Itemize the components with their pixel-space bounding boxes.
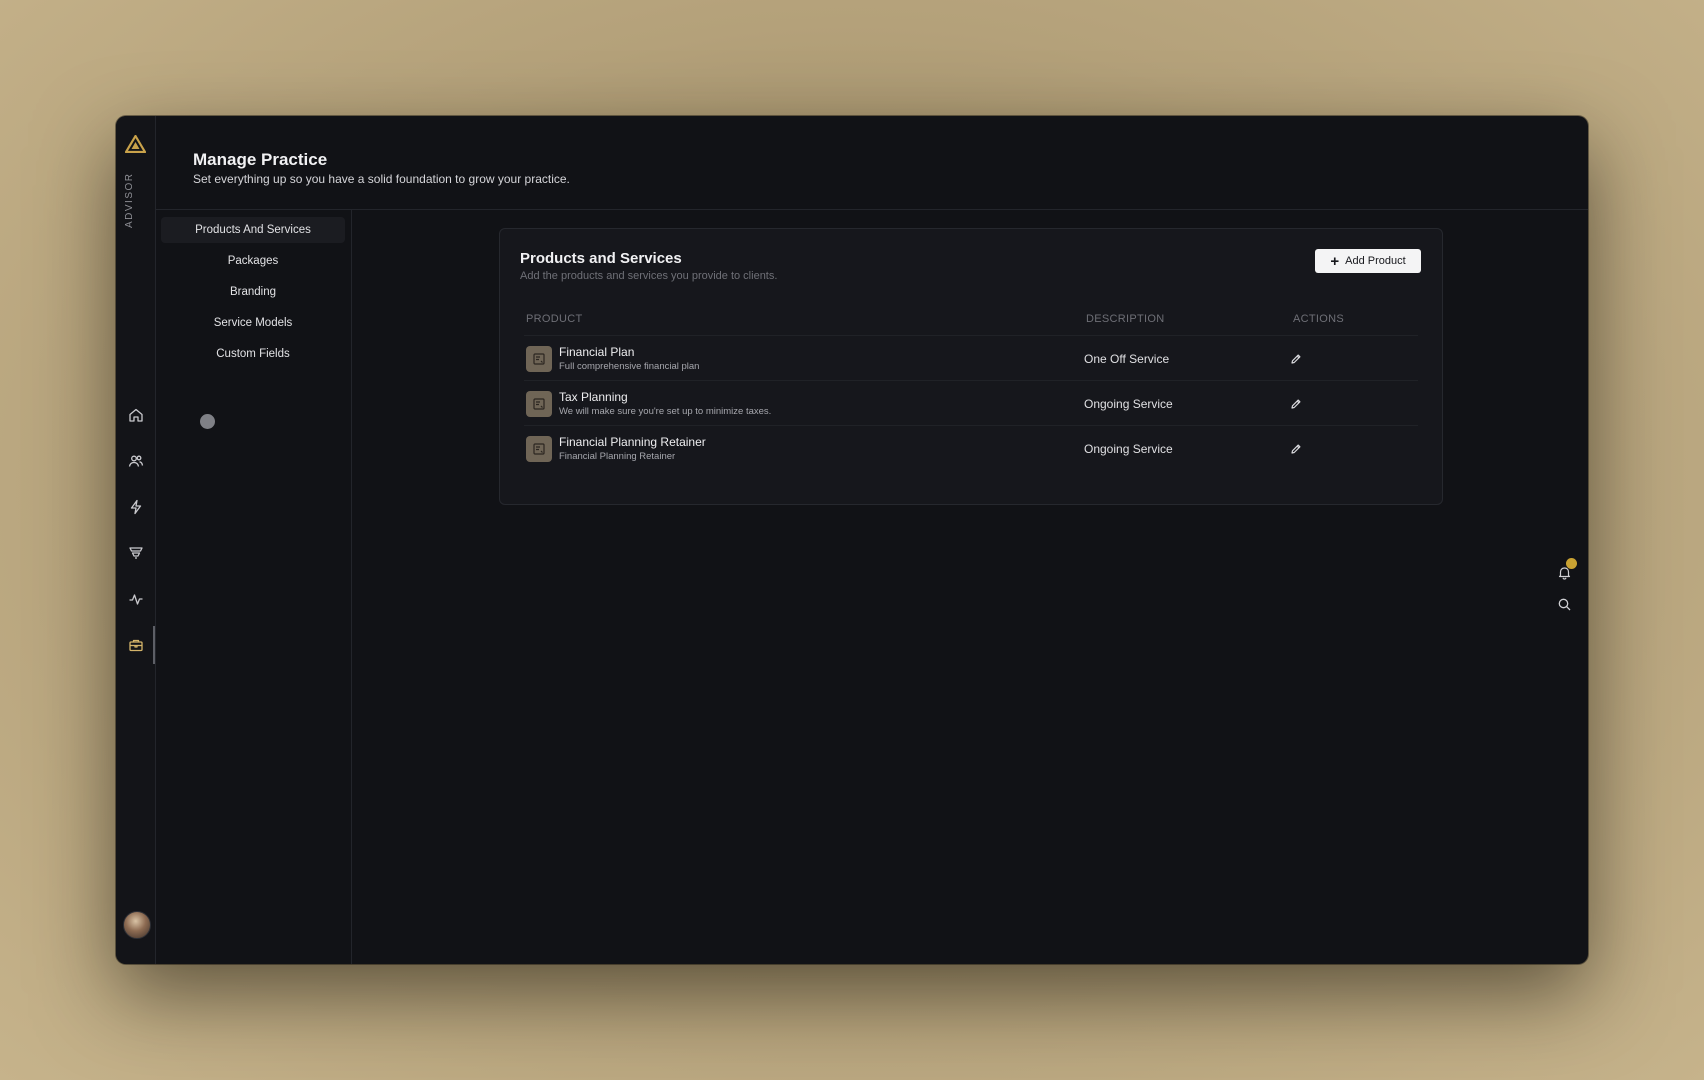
product-name: Tax Planning xyxy=(559,390,628,404)
user-avatar[interactable] xyxy=(123,911,151,939)
add-product-label: Add Product xyxy=(1345,255,1406,267)
filter-icon[interactable] xyxy=(125,542,146,563)
product-name: Financial Plan xyxy=(559,345,635,359)
left-rail: ADVISOR xyxy=(116,116,156,964)
add-product-button[interactable]: + Add Product xyxy=(1315,249,1421,273)
product-name: Financial Planning Retainer xyxy=(559,435,706,449)
table-row[interactable]: Financial Plan Full comprehensive financ… xyxy=(524,335,1418,380)
nav-item-products-and-services[interactable]: Products And Services xyxy=(161,217,345,243)
product-subtitle: Full comprehensive financial plan xyxy=(559,361,700,372)
page-subtitle: Set everything up so you have a solid fo… xyxy=(193,172,570,186)
product-icon xyxy=(526,391,552,417)
notifications-bell-icon[interactable] xyxy=(1554,558,1577,582)
home-icon[interactable] xyxy=(125,404,146,425)
page-header: Manage Practice Set everything up so you… xyxy=(155,116,1588,210)
products-card: Products and Services Add the products a… xyxy=(499,228,1443,505)
nav-item-custom-fields[interactable]: Custom Fields xyxy=(161,341,345,367)
page-title: Manage Practice xyxy=(193,150,328,169)
table-row[interactable]: Tax Planning We will make sure you're se… xyxy=(524,380,1418,425)
product-icon xyxy=(526,346,552,372)
search-icon[interactable] xyxy=(1554,594,1574,614)
users-icon[interactable] xyxy=(125,450,146,471)
app-window: ADVISOR Manage Practice Set everything u… xyxy=(116,116,1588,964)
edit-pencil-icon[interactable] xyxy=(1288,441,1304,457)
brand-logo-icon[interactable] xyxy=(124,134,147,154)
edit-pencil-icon[interactable] xyxy=(1288,351,1304,367)
column-header-product: PRODUCT xyxy=(526,313,583,325)
nav-item-service-models[interactable]: Service Models xyxy=(161,310,345,336)
nav-item-branding[interactable]: Branding xyxy=(161,279,345,305)
plus-icon: + xyxy=(1330,252,1340,270)
product-description: One Off Service xyxy=(1084,352,1170,366)
brand-label: ADVISOR xyxy=(124,172,135,228)
card-subtitle: Add the products and services you provid… xyxy=(520,270,778,282)
column-header-description: DESCRIPTION xyxy=(1086,313,1165,325)
table-row[interactable]: Financial Planning Retainer Financial Pl… xyxy=(524,425,1418,470)
product-icon xyxy=(526,436,552,462)
column-header-actions: ACTIONS xyxy=(1293,313,1344,325)
edit-pencil-icon[interactable] xyxy=(1288,396,1304,412)
briefcase-icon[interactable] xyxy=(125,634,146,655)
card-title: Products and Services xyxy=(520,250,682,267)
activity-icon[interactable] xyxy=(125,588,146,609)
product-subtitle: Financial Planning Retainer xyxy=(559,451,676,462)
bolt-icon[interactable] xyxy=(125,496,146,517)
nav-item-packages[interactable]: Packages xyxy=(161,248,345,274)
product-description: Ongoing Service xyxy=(1084,397,1173,411)
notification-badge xyxy=(1566,558,1577,569)
product-description: Ongoing Service xyxy=(1084,442,1173,456)
settings-nav: Products And Services Packages Branding … xyxy=(155,210,352,964)
product-subtitle: We will make sure you're set up to minim… xyxy=(559,406,772,417)
cursor-dot xyxy=(200,414,215,429)
